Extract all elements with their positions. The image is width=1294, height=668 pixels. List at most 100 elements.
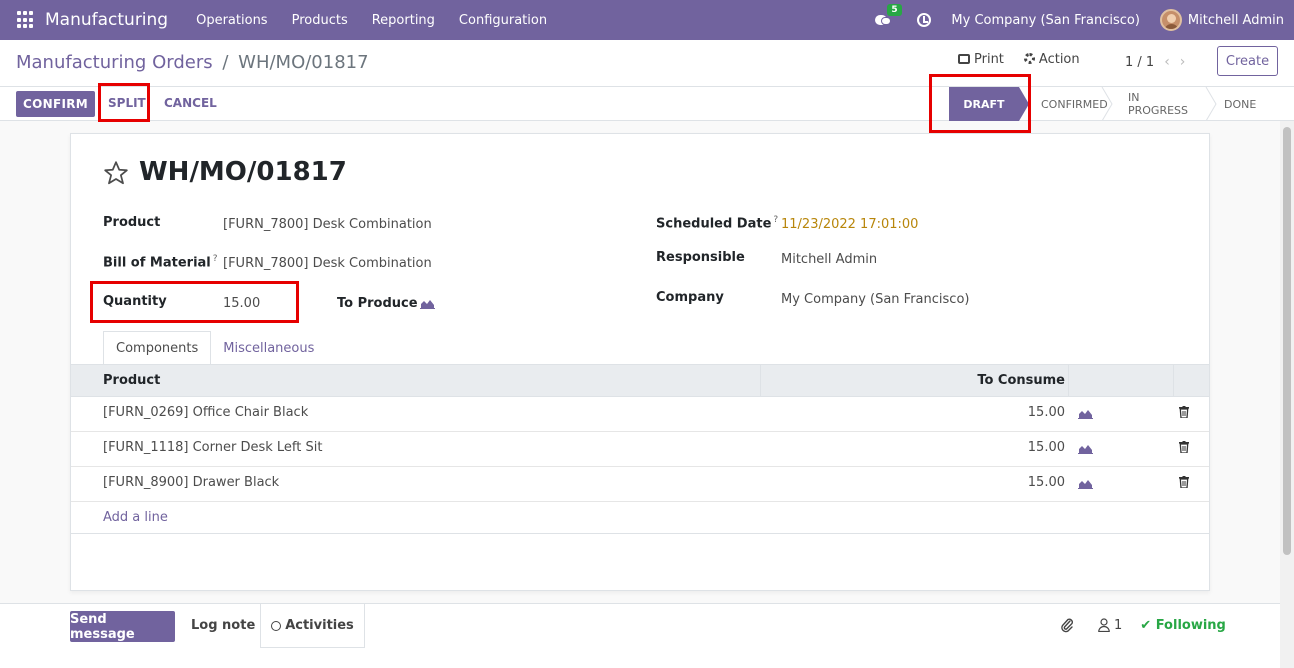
highlight-quantity <box>90 281 299 323</box>
product-label: Product <box>103 215 161 230</box>
paperclip-icon[interactable] <box>1060 617 1074 633</box>
highlight-draft-stage <box>929 74 1031 133</box>
row-to-consume[interactable]: 15.00 <box>1028 405 1065 420</box>
responsible-field[interactable]: Mitchell Admin <box>781 252 877 267</box>
stage-separator-icon <box>1205 87 1217 121</box>
action-label: Action <box>1038 52 1080 67</box>
activity-clock-icon[interactable] <box>917 13 932 27</box>
activities-label: Activities <box>285 618 354 633</box>
print-icon <box>958 54 970 64</box>
top-navbar: Manufacturing Operations Products Report… <box>0 0 1294 40</box>
user-avatar[interactable] <box>1159 9 1182 31</box>
responsible-label: Responsible <box>656 250 745 265</box>
row-to-consume[interactable]: 15.00 <box>1028 440 1065 455</box>
company-field[interactable]: My Company (San Francisco) <box>781 292 969 307</box>
breadcrumb-parent[interactable]: Manufacturing Orders <box>16 52 213 73</box>
cancel-button[interactable]: CANCEL <box>164 96 217 110</box>
form-sheet: WH/MO/01817 Product [FURN_7800] Desk Com… <box>70 133 1210 591</box>
form-view: WH/MO/01817 Product [FURN_7800] Desk Com… <box>0 121 1280 603</box>
scrollbar[interactable] <box>1280 121 1294 668</box>
following-label: Following <box>1155 617 1226 633</box>
add-line-link[interactable]: Add a line <box>103 510 168 525</box>
bom-label: Bill of Material? <box>103 254 218 270</box>
forecast-graph-icon[interactable] <box>1078 443 1093 454</box>
row-product[interactable]: [FURN_8900] Drawer Black <box>103 475 279 490</box>
scheduled-date-label: Scheduled Date? <box>656 215 778 231</box>
apps-menu-icon[interactable] <box>17 11 35 29</box>
stage-done[interactable]: DONE <box>1210 87 1272 121</box>
chatter-topbar-right: 1 ✔ Following <box>1060 617 1226 633</box>
menu-configuration[interactable]: Configuration <box>447 13 559 28</box>
column-divider <box>1068 365 1069 396</box>
create-button[interactable]: Create <box>1217 46 1278 76</box>
trash-icon[interactable] <box>1179 406 1189 418</box>
table-row[interactable]: [FURN_1118] Corner Desk Left Sit 15.00 <box>71 432 1209 467</box>
company-switcher[interactable]: My Company (San Francisco) <box>951 13 1139 28</box>
log-note-button[interactable]: Log note <box>191 618 255 633</box>
header-product[interactable]: Product <box>103 373 160 388</box>
to-produce-label: To Produce <box>337 296 418 311</box>
tab-miscellaneous[interactable]: Miscellaneous <box>211 331 326 365</box>
bom-help-icon[interactable]: ? <box>213 254 218 264</box>
favorite-star-icon[interactable] <box>103 160 129 186</box>
chatter: Send message Log note Activities 1 ✔ Fol… <box>0 603 1280 668</box>
row-product[interactable]: [FURN_0269] Office Chair Black <box>103 405 308 420</box>
scheduled-date-help-icon[interactable]: ? <box>773 215 778 225</box>
scrollbar-thumb[interactable] <box>1283 127 1291 555</box>
stage-in-progress[interactable]: IN PROGRESS <box>1114 87 1210 121</box>
breadcrumb-current: WH/MO/01817 <box>238 52 369 73</box>
add-line-row: Add a line <box>71 502 1209 534</box>
gear-icon <box>1023 53 1035 64</box>
record-title: WH/MO/01817 <box>139 157 347 187</box>
forecast-graph-icon[interactable] <box>1078 478 1093 489</box>
control-panel: Manufacturing Orders / WH/MO/01817 Print… <box>0 40 1294 121</box>
messaging-badge: 5 <box>887 4 902 16</box>
bom-label-text: Bill of Material <box>103 255 211 271</box>
breadcrumb-separator: / <box>222 52 229 73</box>
product-field[interactable]: [FURN_7800] Desk Combination <box>223 217 432 232</box>
row-to-consume[interactable]: 15.00 <box>1028 475 1065 490</box>
confirm-button[interactable]: CONFIRM <box>16 91 95 117</box>
menu-reporting[interactable]: Reporting <box>360 13 447 28</box>
clock-icon <box>271 620 282 631</box>
main-menu: Operations Products Reporting Configurat… <box>184 13 559 28</box>
statusbar: CONFIRM SPLIT CANCEL DRAFT CONFIRMED IN … <box>0 86 1294 121</box>
messaging-icon[interactable]: 5 <box>875 4 902 27</box>
forecast-graph-icon[interactable] <box>420 298 435 309</box>
tab-components[interactable]: Components <box>103 331 212 365</box>
scheduled-date-field[interactable]: 11/23/2022 17:01:00 <box>781 217 918 232</box>
column-divider <box>760 365 761 396</box>
pager-value[interactable]: 1 / 1 <box>1125 55 1154 70</box>
activities-button[interactable]: Activities <box>260 604 365 648</box>
action-button[interactable]: Action <box>1023 52 1080 67</box>
table-row[interactable]: [FURN_0269] Office Chair Black 15.00 <box>71 397 1209 432</box>
app-brand[interactable]: Manufacturing <box>45 10 168 30</box>
pager-previous-icon[interactable]: ‹ <box>1164 54 1170 70</box>
trash-icon[interactable] <box>1179 441 1189 453</box>
following-button[interactable]: ✔ Following <box>1140 618 1226 633</box>
trash-icon[interactable] <box>1179 476 1189 488</box>
followers-icon[interactable] <box>1098 618 1110 632</box>
navbar-systray: 5 My Company (San Francisco) Mitchell Ad… <box>875 0 1294 40</box>
menu-products[interactable]: Products <box>280 13 360 28</box>
forecast-graph-icon[interactable] <box>1078 408 1093 419</box>
menu-operations[interactable]: Operations <box>184 13 279 28</box>
print-button[interactable]: Print <box>958 52 1004 67</box>
breadcrumb: Manufacturing Orders / WH/MO/01817 <box>16 52 369 73</box>
notebook-tabs: Components Miscellaneous <box>103 331 326 365</box>
company-label: Company <box>656 290 724 305</box>
row-product[interactable]: [FURN_1118] Corner Desk Left Sit <box>103 440 322 455</box>
header-to-consume[interactable]: To Consume <box>977 373 1065 388</box>
user-menu[interactable]: Mitchell Admin <box>1188 13 1284 28</box>
bom-field[interactable]: [FURN_7800] Desk Combination <box>223 256 432 271</box>
record-actions: Print Action <box>958 52 1080 67</box>
pager-next-icon[interactable]: › <box>1180 54 1186 70</box>
components-table: Product To Consume [FURN_0269] Office Ch… <box>71 364 1209 534</box>
column-divider <box>1173 365 1174 396</box>
stage-separator-icon <box>1101 87 1113 121</box>
send-message-button[interactable]: Send message <box>70 611 175 642</box>
table-header: Product To Consume <box>71 364 1209 397</box>
highlight-split <box>98 83 150 122</box>
table-row[interactable]: [FURN_8900] Drawer Black 15.00 <box>71 467 1209 502</box>
followers-count[interactable]: 1 <box>1114 618 1122 633</box>
